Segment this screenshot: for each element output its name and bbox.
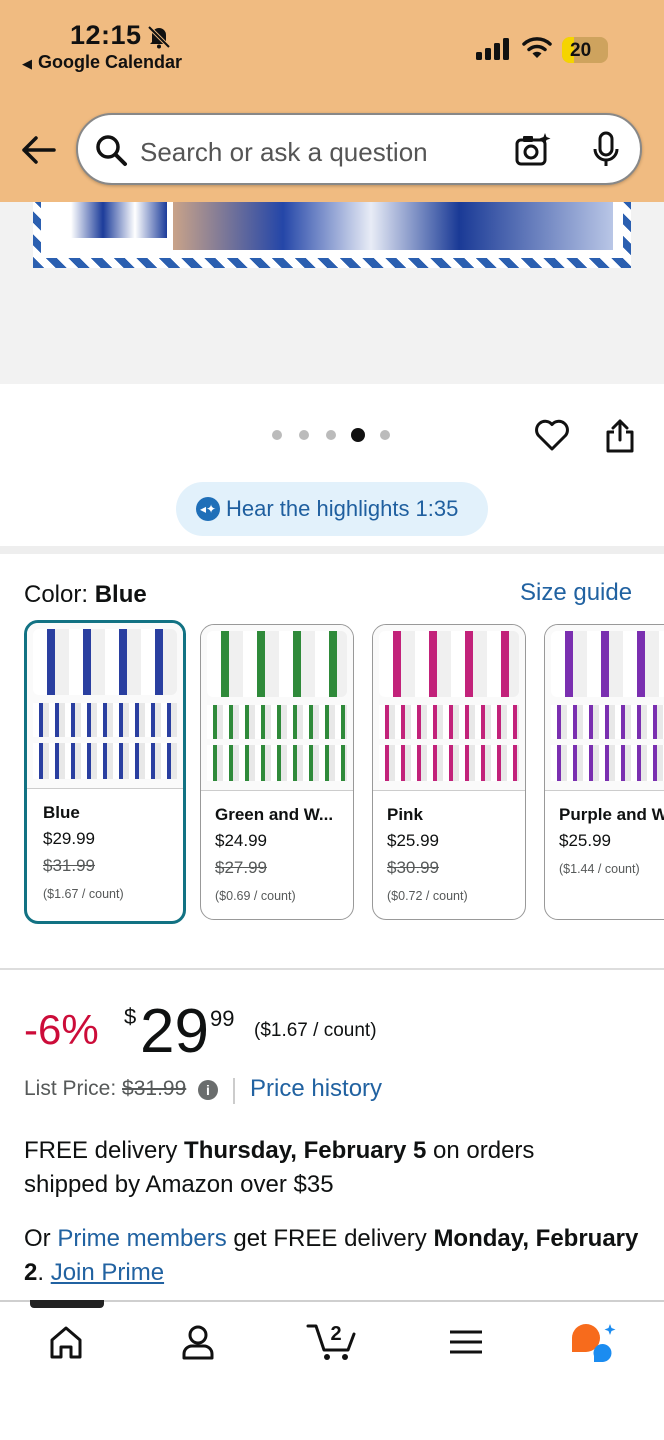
product-image-gallery[interactable]	[0, 202, 664, 384]
section-divider	[0, 968, 664, 970]
sock-pattern-row	[551, 631, 664, 697]
color-swatches: Blue $29.99 $31.99 ($1.67 / count) Green…	[24, 620, 664, 926]
price-whole: 29	[140, 997, 209, 1066]
carousel-dot[interactable]	[299, 430, 309, 440]
cart-icon[interactable]: 2	[306, 1318, 358, 1362]
prime-members-link[interactable]: Prime members	[57, 1225, 226, 1252]
swatch-image	[201, 625, 353, 791]
product-image[interactable]	[33, 202, 631, 268]
back-to-app-link[interactable]: ◀ Google Calendar	[22, 52, 182, 73]
swatch-green[interactable]: Green and W... $24.99 $27.99 ($0.69 / co…	[200, 624, 354, 920]
search-icon	[96, 135, 127, 166]
selected-color: Blue	[94, 581, 147, 608]
delivery-message: FREE delivery Thursday, February 5 on or…	[24, 1137, 535, 1198]
discount-percent: -6%	[24, 1006, 99, 1053]
back-app-label: Google Calendar	[38, 52, 183, 72]
home-icon[interactable]	[46, 1322, 86, 1362]
sock-pattern-row	[207, 745, 347, 781]
swatch-name: Green and W...	[215, 805, 334, 824]
active-tab-indicator	[30, 1300, 104, 1308]
account-icon[interactable]	[178, 1322, 218, 1362]
carousel-dot[interactable]	[272, 430, 282, 440]
color-label: Color: Blue	[24, 581, 147, 608]
carousel-dot[interactable]	[326, 430, 336, 440]
hear-highlights-button[interactable]: ◂✦ Hear the highlights 1:35	[176, 482, 488, 536]
swatch-pink[interactable]: Pink $25.99 $30.99 ($0.72 / count)	[372, 624, 526, 920]
sock-pattern-row	[33, 703, 177, 737]
swatch-price: $25.99	[559, 831, 611, 850]
sock-pattern-row	[207, 705, 347, 739]
back-arrow-icon[interactable]	[20, 134, 56, 166]
sock-pattern-row	[33, 743, 177, 779]
cellular-signal-icon	[476, 38, 509, 60]
delivery-date: Thursday, February 5	[184, 1137, 427, 1164]
swatch-name: Purple and W	[559, 805, 664, 824]
sock-pattern-row	[207, 631, 347, 697]
list-price-value: $31.99	[122, 1077, 187, 1100]
battery-level: 20	[570, 40, 592, 61]
size-guide-link[interactable]: Size guide	[520, 579, 632, 607]
sock-pattern-row	[551, 705, 664, 739]
price-per-count: ($1.67 / count)	[254, 1020, 377, 1041]
audio-icon: ◂✦	[196, 497, 220, 521]
swatch-name: Blue	[43, 803, 80, 822]
swatch-image	[373, 625, 525, 791]
sock-pattern-row	[551, 745, 664, 781]
swatch-list-price: $27.99	[215, 858, 267, 877]
sock-image-fragment	[71, 202, 167, 238]
cart-count: 2	[330, 1323, 341, 1345]
microphone-icon[interactable]	[592, 131, 620, 169]
divider	[233, 1078, 235, 1104]
swatch-price: $25.99	[387, 831, 439, 850]
rufus-icon[interactable]	[570, 1322, 618, 1364]
swatch-blue[interactable]: Blue $29.99 $31.99 ($1.67 / count)	[24, 620, 186, 924]
hear-highlights-label: Hear the highlights 1:35	[226, 496, 459, 521]
battery-indicator: 20	[562, 37, 608, 63]
swatch-unit-price: ($1.67 / count)	[43, 887, 124, 901]
heart-icon[interactable]	[534, 418, 570, 452]
join-prime-link[interactable]: Join Prime	[51, 1259, 164, 1286]
swatch-unit-price: ($1.44 / count)	[559, 862, 640, 876]
status-time: 12:15	[70, 20, 142, 50]
price-history-link[interactable]: Price history	[250, 1075, 382, 1103]
swatch-unit-price: ($0.69 / count)	[215, 889, 296, 903]
prime-delivery-message: Or Prime members get FREE delivery Monda…	[24, 1225, 639, 1286]
swatch-price: $24.99	[215, 831, 267, 850]
sock-pattern-row	[379, 745, 519, 781]
menu-icon[interactable]	[446, 1322, 486, 1362]
swatch-price: $29.99	[43, 829, 95, 848]
share-icon[interactable]	[604, 418, 636, 454]
cheerleader-photo	[173, 202, 613, 250]
swatch-list-price: $31.99	[43, 856, 95, 875]
search-placeholder: Search or ask a question	[140, 137, 428, 167]
swatch-name: Pink	[387, 805, 423, 824]
swatch-unit-price: ($0.72 / count)	[387, 889, 468, 903]
wifi-icon	[522, 37, 552, 58]
list-price: List Price: $31.99	[24, 1077, 187, 1100]
search-bar[interactable]: Search or ask a question	[76, 113, 642, 185]
carousel-dots[interactable]	[272, 428, 396, 442]
price-currency: $	[124, 1004, 137, 1029]
swatch-list-price: $30.99	[387, 858, 439, 877]
info-icon[interactable]: i	[198, 1080, 218, 1100]
carousel-dot[interactable]	[380, 430, 390, 440]
camera-search-icon[interactable]	[514, 131, 552, 169]
sock-pattern-row	[379, 631, 519, 697]
section-divider	[0, 546, 664, 554]
sock-pattern-row	[379, 705, 519, 739]
sock-pattern-row	[33, 629, 177, 695]
carousel-dot-active[interactable]	[351, 428, 365, 442]
bell-muted-icon	[147, 25, 171, 49]
swatch-image	[27, 623, 183, 789]
header: 12:15 ◀ Google Calendar 20 Search or ask …	[0, 0, 664, 202]
price-fraction: 99	[210, 1006, 235, 1031]
swatch-image	[545, 625, 664, 791]
swatch-purple[interactable]: Purple and W $25.99 ($1.44 / count)	[544, 624, 664, 920]
